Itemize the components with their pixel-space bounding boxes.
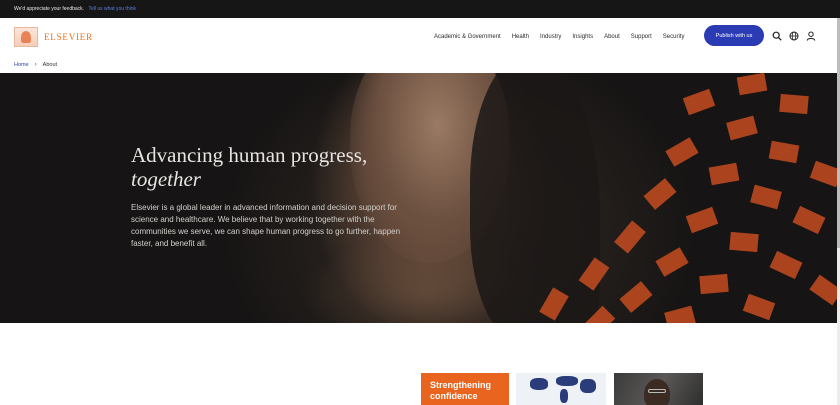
publish-button[interactable]: Publish with us bbox=[704, 25, 764, 46]
hero-banner: Advancing human progress, together Elsev… bbox=[0, 73, 837, 323]
pattern-tile bbox=[619, 281, 653, 313]
card-title-line1: Strengthening bbox=[430, 380, 491, 390]
breadcrumb: Home › About bbox=[14, 56, 57, 73]
logo-text: ELSEVIER bbox=[44, 32, 93, 42]
photo-glasses bbox=[648, 389, 666, 393]
pattern-tile bbox=[736, 73, 768, 96]
nav-academic-government[interactable]: Academic & Government bbox=[434, 34, 501, 40]
hero-title-line1: Advancing human progress, bbox=[131, 143, 368, 167]
pattern-tile bbox=[699, 273, 729, 295]
nav-health[interactable]: Health bbox=[512, 34, 529, 40]
map-continent bbox=[580, 379, 596, 393]
card-title: Strengthening confidence bbox=[430, 380, 491, 402]
pattern-tile bbox=[664, 305, 696, 323]
breadcrumb-current: About bbox=[42, 61, 58, 68]
pattern-tile bbox=[614, 220, 646, 254]
feedback-banner: We'd appreciate your feedback. Tell us w… bbox=[0, 0, 840, 18]
nav-about[interactable]: About bbox=[604, 34, 620, 40]
pattern-tile bbox=[708, 162, 740, 186]
breadcrumb-separator-icon: › bbox=[34, 61, 37, 68]
nav-industry[interactable]: Industry bbox=[540, 34, 561, 40]
card-person-photo[interactable] bbox=[614, 373, 703, 405]
hero-description: Elsevier is a global leader in advanced … bbox=[131, 203, 401, 248]
map-continent bbox=[530, 378, 548, 390]
pattern-tile bbox=[809, 160, 837, 188]
pattern-tile bbox=[742, 293, 776, 321]
logo-tree-icon bbox=[14, 27, 38, 47]
page: We'd appreciate your feedback. Tell us w… bbox=[0, 0, 840, 405]
user-icon[interactable] bbox=[806, 31, 816, 41]
pattern-tile bbox=[665, 137, 699, 167]
hero-hair bbox=[470, 73, 600, 323]
card-strengthening-confidence[interactable]: Strengthening confidence bbox=[421, 373, 509, 405]
pattern-tile bbox=[655, 247, 689, 277]
map-continent bbox=[560, 389, 568, 403]
pattern-tile bbox=[682, 88, 716, 116]
main-nav: Academic & Government Health Industry In… bbox=[434, 18, 695, 56]
hero-title: Advancing human progress, together bbox=[131, 143, 367, 191]
site-header: ELSEVIER Academic & Government Health In… bbox=[0, 18, 840, 56]
feedback-text: We'd appreciate your feedback. bbox=[14, 6, 85, 12]
pattern-tile bbox=[750, 184, 782, 210]
pattern-tile bbox=[643, 178, 677, 210]
search-icon[interactable] bbox=[772, 31, 782, 41]
card-world-map[interactable] bbox=[516, 373, 606, 405]
nav-support[interactable]: Support bbox=[631, 34, 652, 40]
globe-icon[interactable] bbox=[789, 31, 799, 41]
map-continent bbox=[556, 376, 578, 386]
pattern-tile bbox=[809, 274, 837, 306]
card-title-line2: confidence bbox=[430, 391, 478, 401]
nav-insights[interactable]: Insights bbox=[572, 34, 593, 40]
feedback-link[interactable]: Tell us what you think bbox=[88, 6, 136, 12]
elsevier-logo[interactable]: ELSEVIER bbox=[14, 27, 93, 47]
pattern-tile bbox=[685, 206, 719, 234]
breadcrumb-home[interactable]: Home bbox=[14, 62, 29, 68]
pattern-tile bbox=[729, 231, 759, 253]
pattern-tile bbox=[726, 115, 758, 141]
hero-title-line2: together bbox=[131, 167, 201, 191]
pattern-tile bbox=[792, 205, 826, 235]
pattern-tile bbox=[769, 250, 803, 280]
pattern-tile bbox=[779, 93, 809, 115]
nav-security[interactable]: Security bbox=[663, 34, 685, 40]
pattern-tile bbox=[768, 140, 800, 164]
